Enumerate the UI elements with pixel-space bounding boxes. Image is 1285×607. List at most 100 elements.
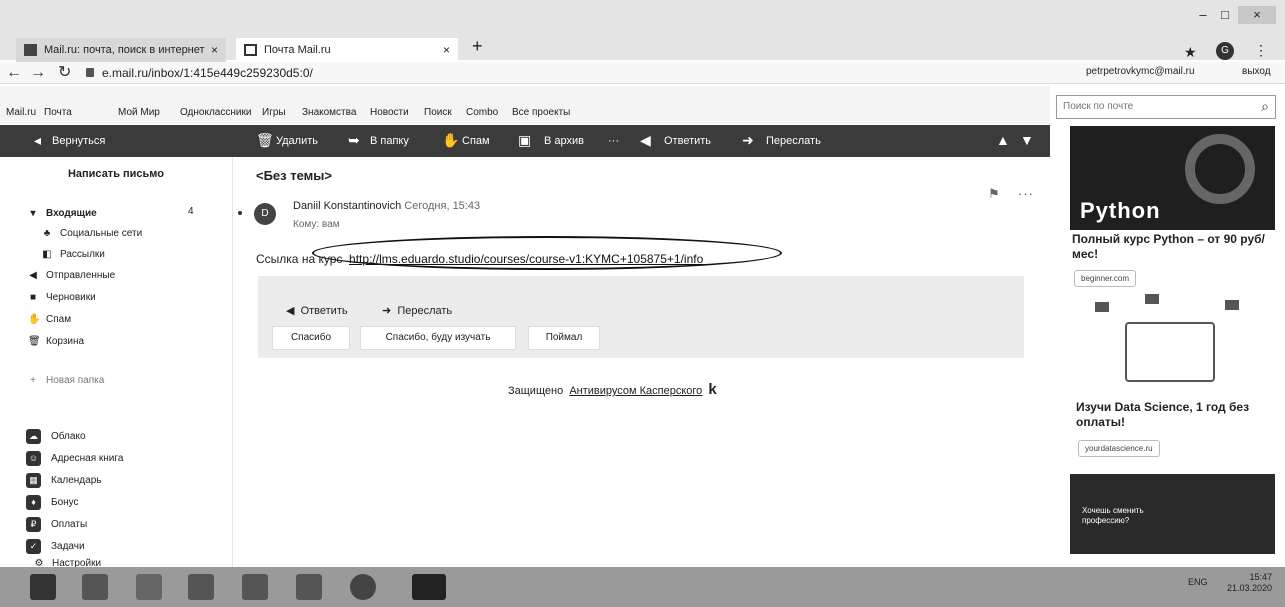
keyboard-language[interactable]: ENG bbox=[1188, 577, 1208, 587]
command-prompt-icon[interactable] bbox=[412, 574, 446, 600]
sidebar-item-drafts[interactable]: ■ Черновики bbox=[28, 292, 96, 303]
more-actions-button[interactable]: ··· bbox=[608, 135, 619, 147]
portal-link-combo[interactable]: Combo bbox=[466, 107, 498, 118]
new-folder-button[interactable]: + Новая папка bbox=[28, 375, 104, 386]
mail-favicon-icon bbox=[244, 44, 257, 56]
spam-hand-icon: ✋ bbox=[28, 314, 41, 325]
internet-explorer-icon[interactable] bbox=[136, 574, 162, 600]
prev-message-icon[interactable]: ▲ bbox=[996, 132, 1010, 148]
compose-button[interactable]: Написать письмо bbox=[0, 168, 232, 180]
portal-link-ok[interactable]: Одноклассники bbox=[180, 107, 251, 118]
sidebar-item-newsletters[interactable]: ◧ Рассылки bbox=[42, 249, 105, 260]
quick-reply-thanks[interactable]: Спасибо bbox=[272, 326, 350, 350]
tab-mailru-mail[interactable]: Почта Mail.ru × bbox=[236, 38, 458, 62]
sidebar-item-spam[interactable]: ✋ Спам bbox=[28, 314, 71, 325]
quick-reply-will-study[interactable]: Спасибо, буду изучать bbox=[360, 326, 516, 350]
back-arrow-icon: ◂ bbox=[34, 132, 42, 148]
spam-button[interactable]: Спам bbox=[462, 135, 490, 147]
new-tab-button[interactable]: + bbox=[472, 36, 483, 57]
sender-avatar[interactable]: D bbox=[254, 203, 276, 225]
reply-button[interactable]: ◀ Ответить bbox=[286, 304, 348, 317]
sidebar-service-bonus[interactable]: ♦ Бонус bbox=[26, 495, 79, 510]
taskbar-app-icon[interactable] bbox=[82, 574, 108, 600]
message-toolbar: ◂ Вернуться 🗑 Удалить ➥ В папку ✋ Спам ▣… bbox=[0, 125, 1050, 157]
sidebar-service-calendar[interactable]: ▦ Календарь bbox=[26, 473, 101, 488]
tab-title: Почта Mail.ru bbox=[264, 44, 331, 56]
unread-dot-icon[interactable] bbox=[238, 211, 242, 215]
portal-link-mailru[interactable]: Mail.ru bbox=[6, 107, 36, 118]
sidebar-item-social[interactable]: ♣ Социальные сети bbox=[42, 228, 142, 239]
sidebar-item-trash[interactable]: 🗑 Корзина bbox=[28, 336, 84, 347]
quick-reply-got-it[interactable]: Поймал bbox=[528, 326, 600, 350]
logout-link[interactable]: выход bbox=[1242, 62, 1271, 82]
close-window-button[interactable]: × bbox=[1238, 6, 1276, 24]
portal-link-mymir[interactable]: Мой Мир bbox=[118, 107, 160, 118]
portal-link-all-projects[interactable]: Все проекты bbox=[512, 107, 570, 118]
portal-link-dating[interactable]: Знакомства bbox=[302, 107, 356, 118]
account-email[interactable]: petrpetrovkymc@mail.ru bbox=[1086, 62, 1195, 82]
mail-search-input[interactable]: Поиск по почте ⌕ bbox=[1056, 95, 1276, 119]
kaspersky-link[interactable]: Антивирусом Касперского bbox=[569, 385, 702, 397]
portal-link-mail[interactable]: Почта bbox=[44, 107, 72, 118]
screen-icon bbox=[1225, 300, 1239, 310]
sidebar-service-tasks[interactable]: ✓ Задачи bbox=[26, 539, 85, 554]
lock-icon bbox=[86, 68, 94, 77]
sidebar-item-inbox[interactable]: ▾ Входящие bbox=[28, 208, 96, 219]
archive-button[interactable]: В архив bbox=[544, 135, 584, 147]
back-button[interactable]: Вернуться bbox=[52, 135, 105, 147]
more-options-icon[interactable]: ··· bbox=[1018, 186, 1034, 201]
python-ad-link[interactable]: beginner.com bbox=[1074, 270, 1137, 287]
toolbar-forward-button[interactable]: Переслать bbox=[766, 135, 821, 147]
sidebar-service-contacts[interactable]: ☺ Адресная книга bbox=[26, 451, 123, 466]
career-ad-banner[interactable]: Хочешь сменить профессию? bbox=[1070, 474, 1275, 554]
sender-name[interactable]: Daniil Konstantinovich bbox=[293, 200, 401, 212]
sidebar-service-cloud[interactable]: ☁ Облако bbox=[26, 429, 86, 444]
python-ad-banner[interactable]: Python bbox=[1070, 126, 1275, 230]
windows-start-icon[interactable] bbox=[30, 574, 56, 600]
chrome-icon[interactable] bbox=[350, 574, 376, 600]
maximize-button[interactable]: □ bbox=[1214, 6, 1236, 24]
bookmark-star-icon[interactable]: ★ bbox=[1184, 44, 1197, 61]
forward-arrow-icon[interactable]: → bbox=[30, 64, 46, 82]
flag-icon[interactable]: ⚑ bbox=[988, 186, 1000, 202]
taskbar-clock[interactable]: 15:47 21.03.2020 bbox=[1226, 572, 1272, 594]
sent-icon: ◀ bbox=[29, 270, 37, 281]
data-science-ad-title[interactable]: Изучи Data Science, 1 год без оплаты! bbox=[1076, 400, 1281, 430]
browser-menu-icon[interactable]: ⋮ bbox=[1254, 42, 1268, 59]
calendar-icon: ▦ bbox=[26, 473, 41, 488]
caret-down-icon: ▾ bbox=[30, 208, 36, 219]
search-icon[interactable]: ⌕ bbox=[1261, 98, 1269, 115]
people-icon: ♣ bbox=[43, 228, 51, 239]
back-arrow-icon[interactable]: ← bbox=[6, 64, 22, 82]
portal-link-search[interactable]: Поиск bbox=[424, 107, 452, 118]
next-message-icon[interactable]: ▼ bbox=[1020, 132, 1034, 148]
taskbar-app-icon[interactable] bbox=[242, 574, 268, 600]
reply-icon: ◀ bbox=[640, 132, 651, 148]
profile-avatar[interactable]: G bbox=[1216, 42, 1234, 60]
reload-icon[interactable]: ↻ bbox=[58, 64, 71, 82]
tab-close-icon[interactable]: × bbox=[443, 38, 450, 62]
file-explorer-icon[interactable] bbox=[188, 574, 214, 600]
kaspersky-logo-icon: k bbox=[708, 381, 717, 398]
sidebar-item-sent[interactable]: ◀ Отправленные bbox=[28, 270, 115, 281]
data-science-ad-link[interactable]: yourdatascience.ru bbox=[1078, 440, 1160, 457]
screen-icon bbox=[1145, 294, 1159, 304]
portal-link-news[interactable]: Новости bbox=[370, 107, 409, 118]
toolbar-reply-button[interactable]: Ответить bbox=[664, 135, 711, 147]
sender-line: Daniil Konstantinovich Сегодня, 15:43 bbox=[293, 200, 480, 212]
recipient-line: Кому: вам bbox=[293, 219, 340, 230]
delete-button[interactable]: Удалить bbox=[276, 135, 318, 147]
url-field[interactable]: e.mail.ru/inbox/1:415e449c259230d5:0/ bbox=[86, 66, 313, 80]
taskbar-app-icon[interactable] bbox=[296, 574, 322, 600]
trash-icon: 🗑 bbox=[256, 132, 274, 148]
tab-mailru-search[interactable]: Mail.ru: почта, поиск в интернет × bbox=[16, 38, 226, 62]
python-ad-title[interactable]: Полный курс Python – от 90 руб/мес! bbox=[1072, 232, 1277, 262]
tab-close-icon[interactable]: × bbox=[211, 38, 218, 62]
minimize-button[interactable]: – bbox=[1192, 6, 1214, 24]
sidebar-service-payments[interactable]: ₽ Оплаты bbox=[26, 517, 87, 532]
move-to-folder-button[interactable]: В папку bbox=[370, 135, 409, 147]
drafts-icon: ■ bbox=[29, 292, 37, 303]
inbox-count: 4 bbox=[188, 206, 194, 217]
forward-button[interactable]: ➜ Переслать bbox=[382, 304, 452, 317]
portal-link-games[interactable]: Игры bbox=[262, 107, 286, 118]
